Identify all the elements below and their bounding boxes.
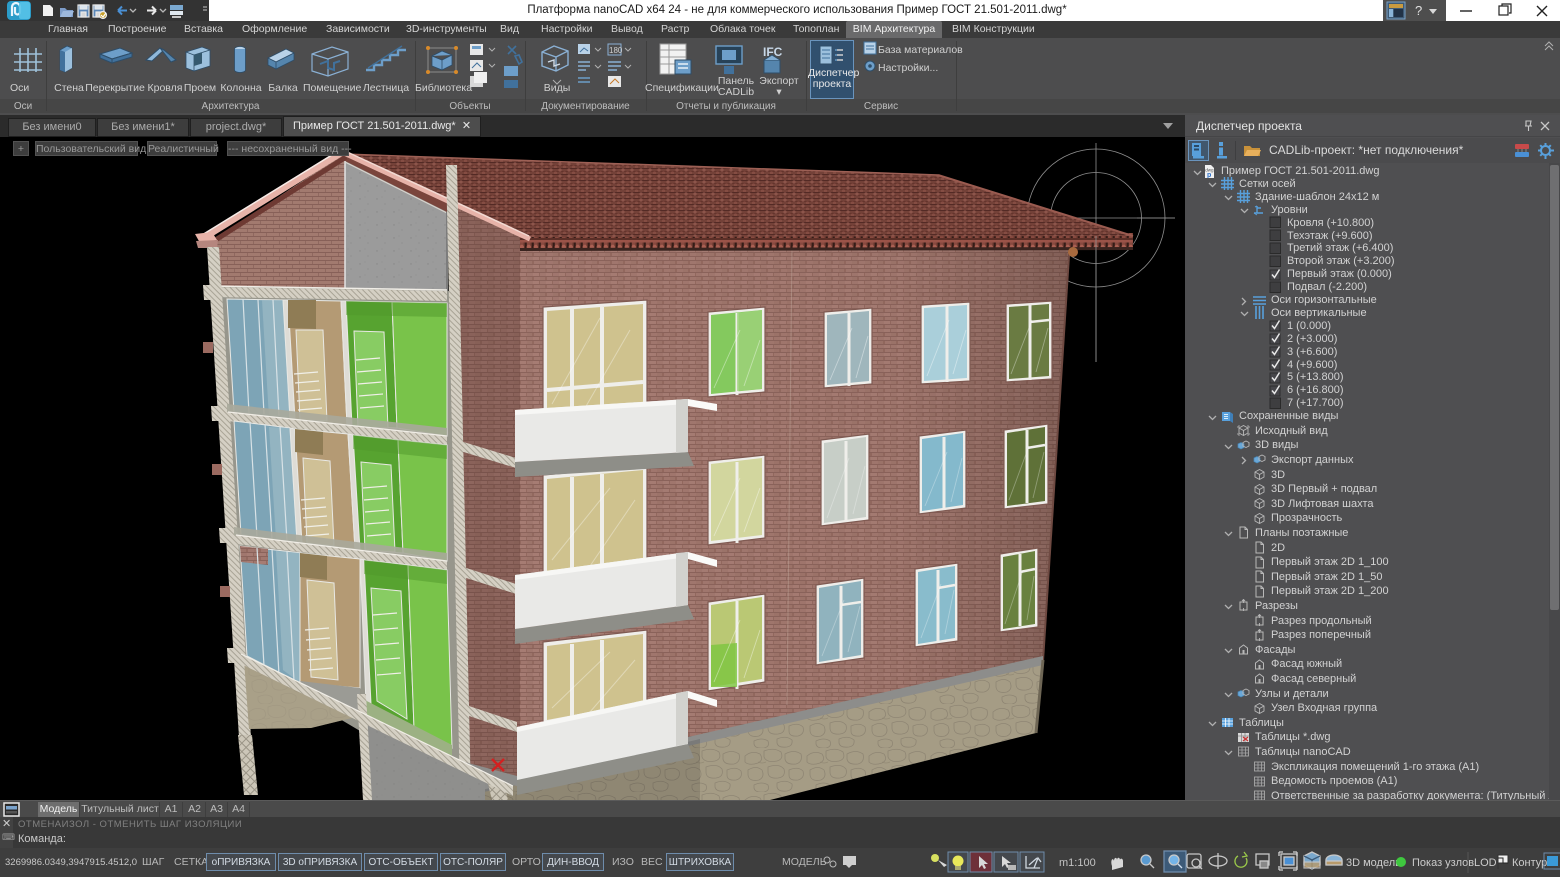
svg-text:m1:100: m1:100 bbox=[1059, 857, 1096, 869]
svg-text:3D модель: 3D модель bbox=[1346, 857, 1401, 869]
svg-text:Показ узлов: Показ узлов bbox=[1412, 857, 1474, 869]
svg-text:180: 180 bbox=[609, 46, 623, 55]
svg-text:LOD: LOD bbox=[1474, 857, 1497, 869]
svg-text:Контур: Контур bbox=[1512, 857, 1547, 869]
svg-text:?: ? bbox=[1415, 3, 1422, 18]
